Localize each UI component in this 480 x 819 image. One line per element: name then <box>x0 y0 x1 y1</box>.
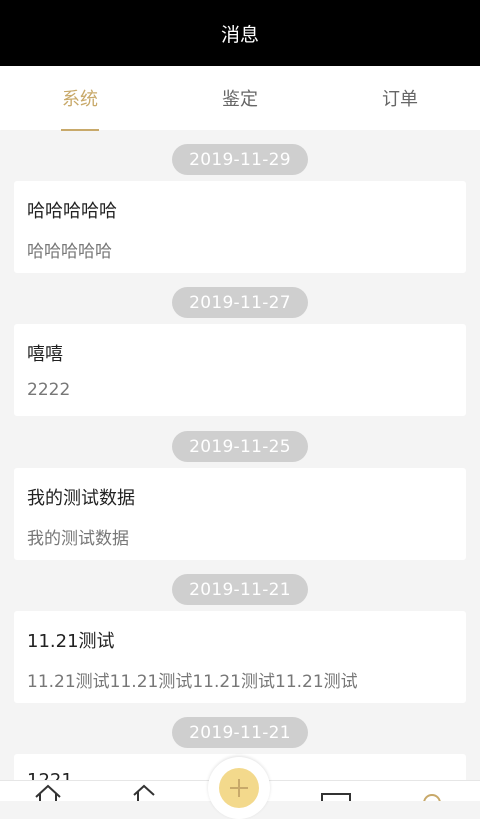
add-button[interactable] <box>208 757 270 819</box>
add-icon <box>230 779 248 797</box>
tab-bar: 系统 鉴定 订单 <box>0 66 480 131</box>
message-title: 我的测试数据 <box>27 488 135 509</box>
tab-appraisal-label: 鉴定 <box>222 89 258 110</box>
tag-icon[interactable] <box>128 783 160 801</box>
profile-icon[interactable] <box>416 783 448 801</box>
message-body: 11.21测试11.21测试11.21测试11.21测试 <box>27 672 358 692</box>
message-title: 1221 <box>27 770 73 780</box>
tab-orders[interactable]: 订单 <box>320 66 480 130</box>
tab-system[interactable]: 系统 <box>0 66 160 130</box>
date-badge: 2019-11-29 <box>172 144 308 175</box>
message-icon[interactable] <box>320 783 352 801</box>
message-list[interactable]: 2019-11-29 哈哈哈哈哈 哈哈哈哈哈 2019-11-27 嘻嘻 222… <box>0 130 480 780</box>
tab-orders-label: 订单 <box>382 89 418 110</box>
date-badge: 2019-11-25 <box>172 431 308 462</box>
message-title: 11.21测试 <box>27 631 115 652</box>
tab-system-label: 系统 <box>62 89 98 110</box>
date-badge: 2019-11-21 <box>172 717 308 748</box>
message-title: 嘻嘻 <box>27 344 63 365</box>
message-body: 哈哈哈哈哈 <box>27 242 112 262</box>
message-body: 2222 <box>27 380 71 400</box>
date-badge: 2019-11-21 <box>172 574 308 605</box>
add-button-inner <box>219 768 259 808</box>
message-title: 哈哈哈哈哈 <box>27 201 117 222</box>
message-card[interactable]: 哈哈哈哈哈 哈哈哈哈哈 <box>14 181 466 273</box>
message-card[interactable]: 嘻嘻 2222 <box>14 324 466 416</box>
message-card[interactable]: 11.21测试 11.21测试11.21测试11.21测试11.21测试 <box>14 611 466 703</box>
home-icon[interactable] <box>32 783 64 801</box>
tab-appraisal[interactable]: 鉴定 <box>160 66 320 130</box>
message-body: 我的测试数据 <box>27 529 129 549</box>
message-card[interactable]: 我的测试数据 我的测试数据 <box>14 468 466 560</box>
date-badge: 2019-11-27 <box>172 287 308 318</box>
header-bar: 消息 <box>0 0 480 66</box>
page-title: 消息 <box>220 23 259 46</box>
